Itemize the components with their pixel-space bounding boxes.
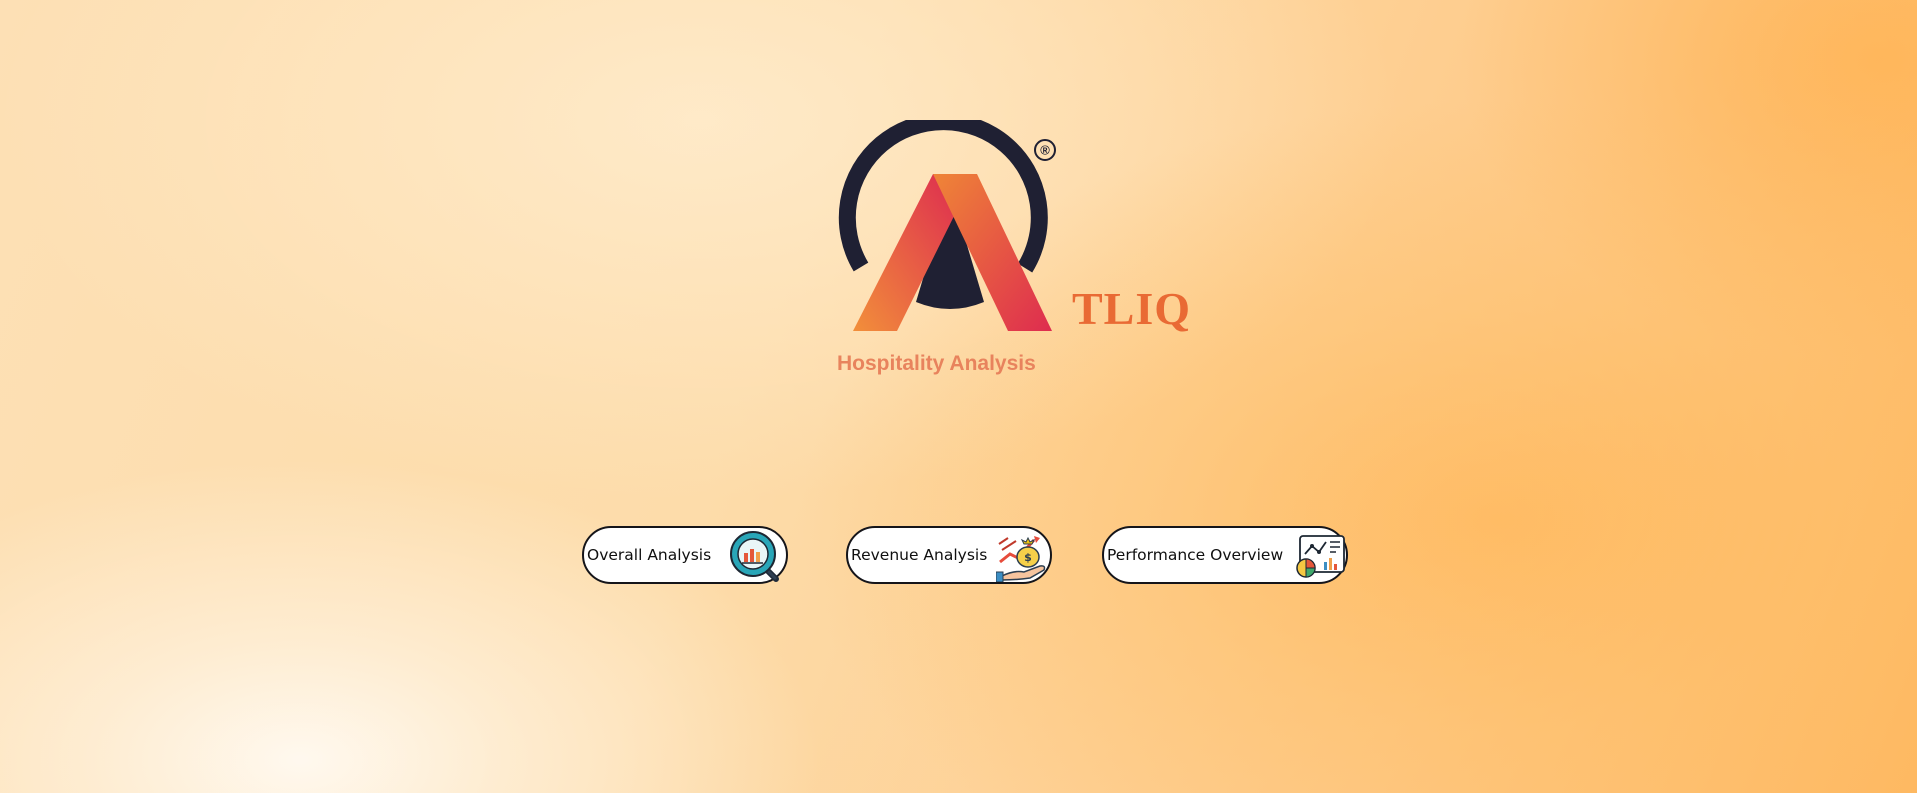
performance-overview-button[interactable]: Performance Overview <box>1102 526 1348 584</box>
magnifier-bar-chart-icon <box>730 531 779 582</box>
overall-analysis-button[interactable]: Overall Analysis <box>582 526 788 584</box>
brand-name: TLIQ <box>1072 283 1192 334</box>
revenue-analysis-label: Revenue Analysis <box>851 546 988 564</box>
background <box>0 0 1917 793</box>
dashboard-report-icon <box>1296 535 1345 578</box>
overall-analysis-label: Overall Analysis <box>587 546 712 564</box>
performance-overview-label: Performance Overview <box>1107 546 1284 564</box>
hand-money-bag-growth-icon: $ <box>996 536 1046 582</box>
svg-text:$: $ <box>1024 551 1032 564</box>
registered-mark: ® <box>1040 143 1050 158</box>
page-subtitle: Hospitality Analysis <box>837 352 1036 375</box>
revenue-analysis-button[interactable]: Revenue Analysis $ <box>846 526 1052 584</box>
